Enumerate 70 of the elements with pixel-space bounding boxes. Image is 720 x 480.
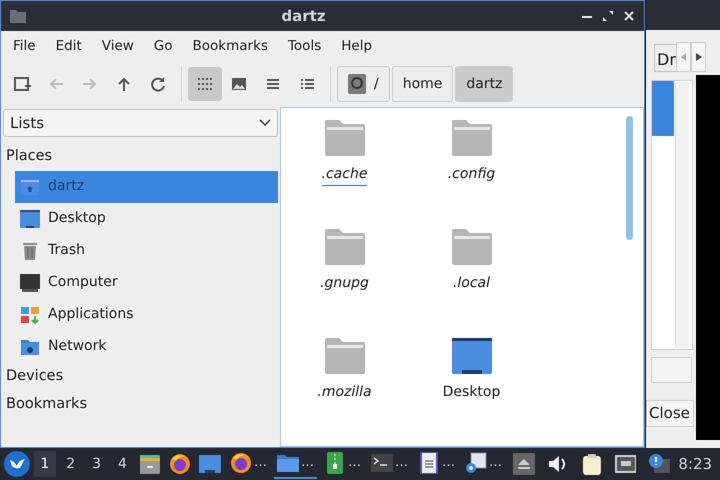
sidebar-item[interactable]: Desktop — [15, 202, 278, 235]
menu-item[interactable]: File — [3, 32, 46, 60]
menu-item[interactable]: Edit — [46, 32, 92, 60]
desktop-icon[interactable] — [452, 338, 492, 374]
firefox-icon[interactable] — [169, 453, 192, 475]
file-name[interactable]: .cache — [322, 164, 368, 186]
sidebar-item[interactable]: Applications — [15, 298, 278, 331]
taskbar-button[interactable]: … — [368, 449, 411, 479]
notification-icon[interactable] — [648, 453, 670, 475]
file-name[interactable]: .gnupg — [320, 273, 369, 294]
caret-right-icon — [696, 52, 702, 61]
icon-view-button[interactable] — [188, 67, 222, 101]
file-name[interactable]: .config — [448, 164, 496, 185]
sidebar-item[interactable]: Network — [15, 330, 278, 363]
taskbar-button[interactable]: … — [462, 449, 505, 479]
applications-icon — [20, 304, 40, 325]
window-title: dartz — [280, 6, 327, 27]
clock: 8:23 — [678, 454, 714, 475]
menu-item[interactable]: Bookmarks — [182, 32, 278, 60]
chevron-down-icon — [259, 119, 271, 127]
path-button[interactable]: dartz — [455, 66, 514, 102]
reload-icon — [149, 75, 167, 93]
taskbar-button[interactable]: … — [226, 449, 270, 479]
taskbar-button[interactable]: … — [320, 449, 364, 479]
scrollbar[interactable] — [626, 116, 633, 240]
folder-icon — [9, 7, 27, 25]
file-name[interactable]: Desktop — [442, 382, 500, 403]
section-header[interactable]: Devices — [3, 362, 278, 390]
document-icon — [418, 452, 440, 474]
list-dropdown[interactable]: Lists — [3, 109, 278, 137]
file-cabinet-icon[interactable] — [139, 453, 162, 475]
firefox-icon — [230, 452, 252, 474]
taskbar-button[interactable]: … — [274, 449, 317, 479]
menu-item[interactable]: Help — [331, 32, 382, 60]
section-header[interactable]: Places — [3, 143, 278, 171]
scrollbar[interactable] — [675, 82, 689, 348]
menu-item[interactable]: View — [92, 32, 144, 60]
close-button[interactable]: Close — [646, 400, 694, 427]
desktop-icon — [20, 208, 40, 229]
taskbar-button[interactable]: … — [414, 449, 458, 479]
folder-icon — [276, 452, 299, 474]
maximize-icon[interactable] — [601, 9, 615, 23]
drive-icon — [348, 74, 366, 94]
ethernet-icon[interactable] — [614, 453, 636, 475]
file-name[interactable]: .mozilla — [317, 382, 372, 403]
path-button[interactable]: home — [392, 66, 454, 102]
desktop-icon[interactable] — [199, 453, 221, 475]
section-header[interactable]: Bookmarks — [3, 390, 278, 418]
eject-icon[interactable] — [512, 453, 535, 475]
clipboard-icon[interactable] — [580, 453, 603, 475]
new-tab-icon — [13, 75, 31, 93]
file-name[interactable]: .local — [452, 273, 490, 294]
trash-icon — [20, 240, 40, 261]
menu-item[interactable]: Go — [144, 32, 183, 60]
workspace-button[interactable]: 1 — [34, 451, 56, 477]
sidebar-item[interactable]: Trash — [15, 234, 278, 267]
path-button[interactable]: / — [337, 66, 390, 102]
workspace-button[interactable]: 3 — [86, 451, 108, 477]
settings-window-icon — [464, 452, 487, 474]
scroll-right-button[interactable] — [691, 42, 706, 72]
image-icon — [230, 75, 248, 93]
workspace-button[interactable]: 2 — [60, 451, 82, 477]
start-menu-icon[interactable] — [4, 451, 30, 477]
workspace-button[interactable]: 4 — [111, 451, 134, 477]
monitor-icon — [20, 272, 40, 293]
menu-item[interactable]: Tools — [278, 32, 332, 60]
close-icon[interactable] — [622, 9, 636, 23]
terminal-icon — [370, 452, 393, 474]
sidebar-item[interactable]: Computer — [15, 266, 278, 299]
icon-view-icon — [196, 75, 214, 93]
